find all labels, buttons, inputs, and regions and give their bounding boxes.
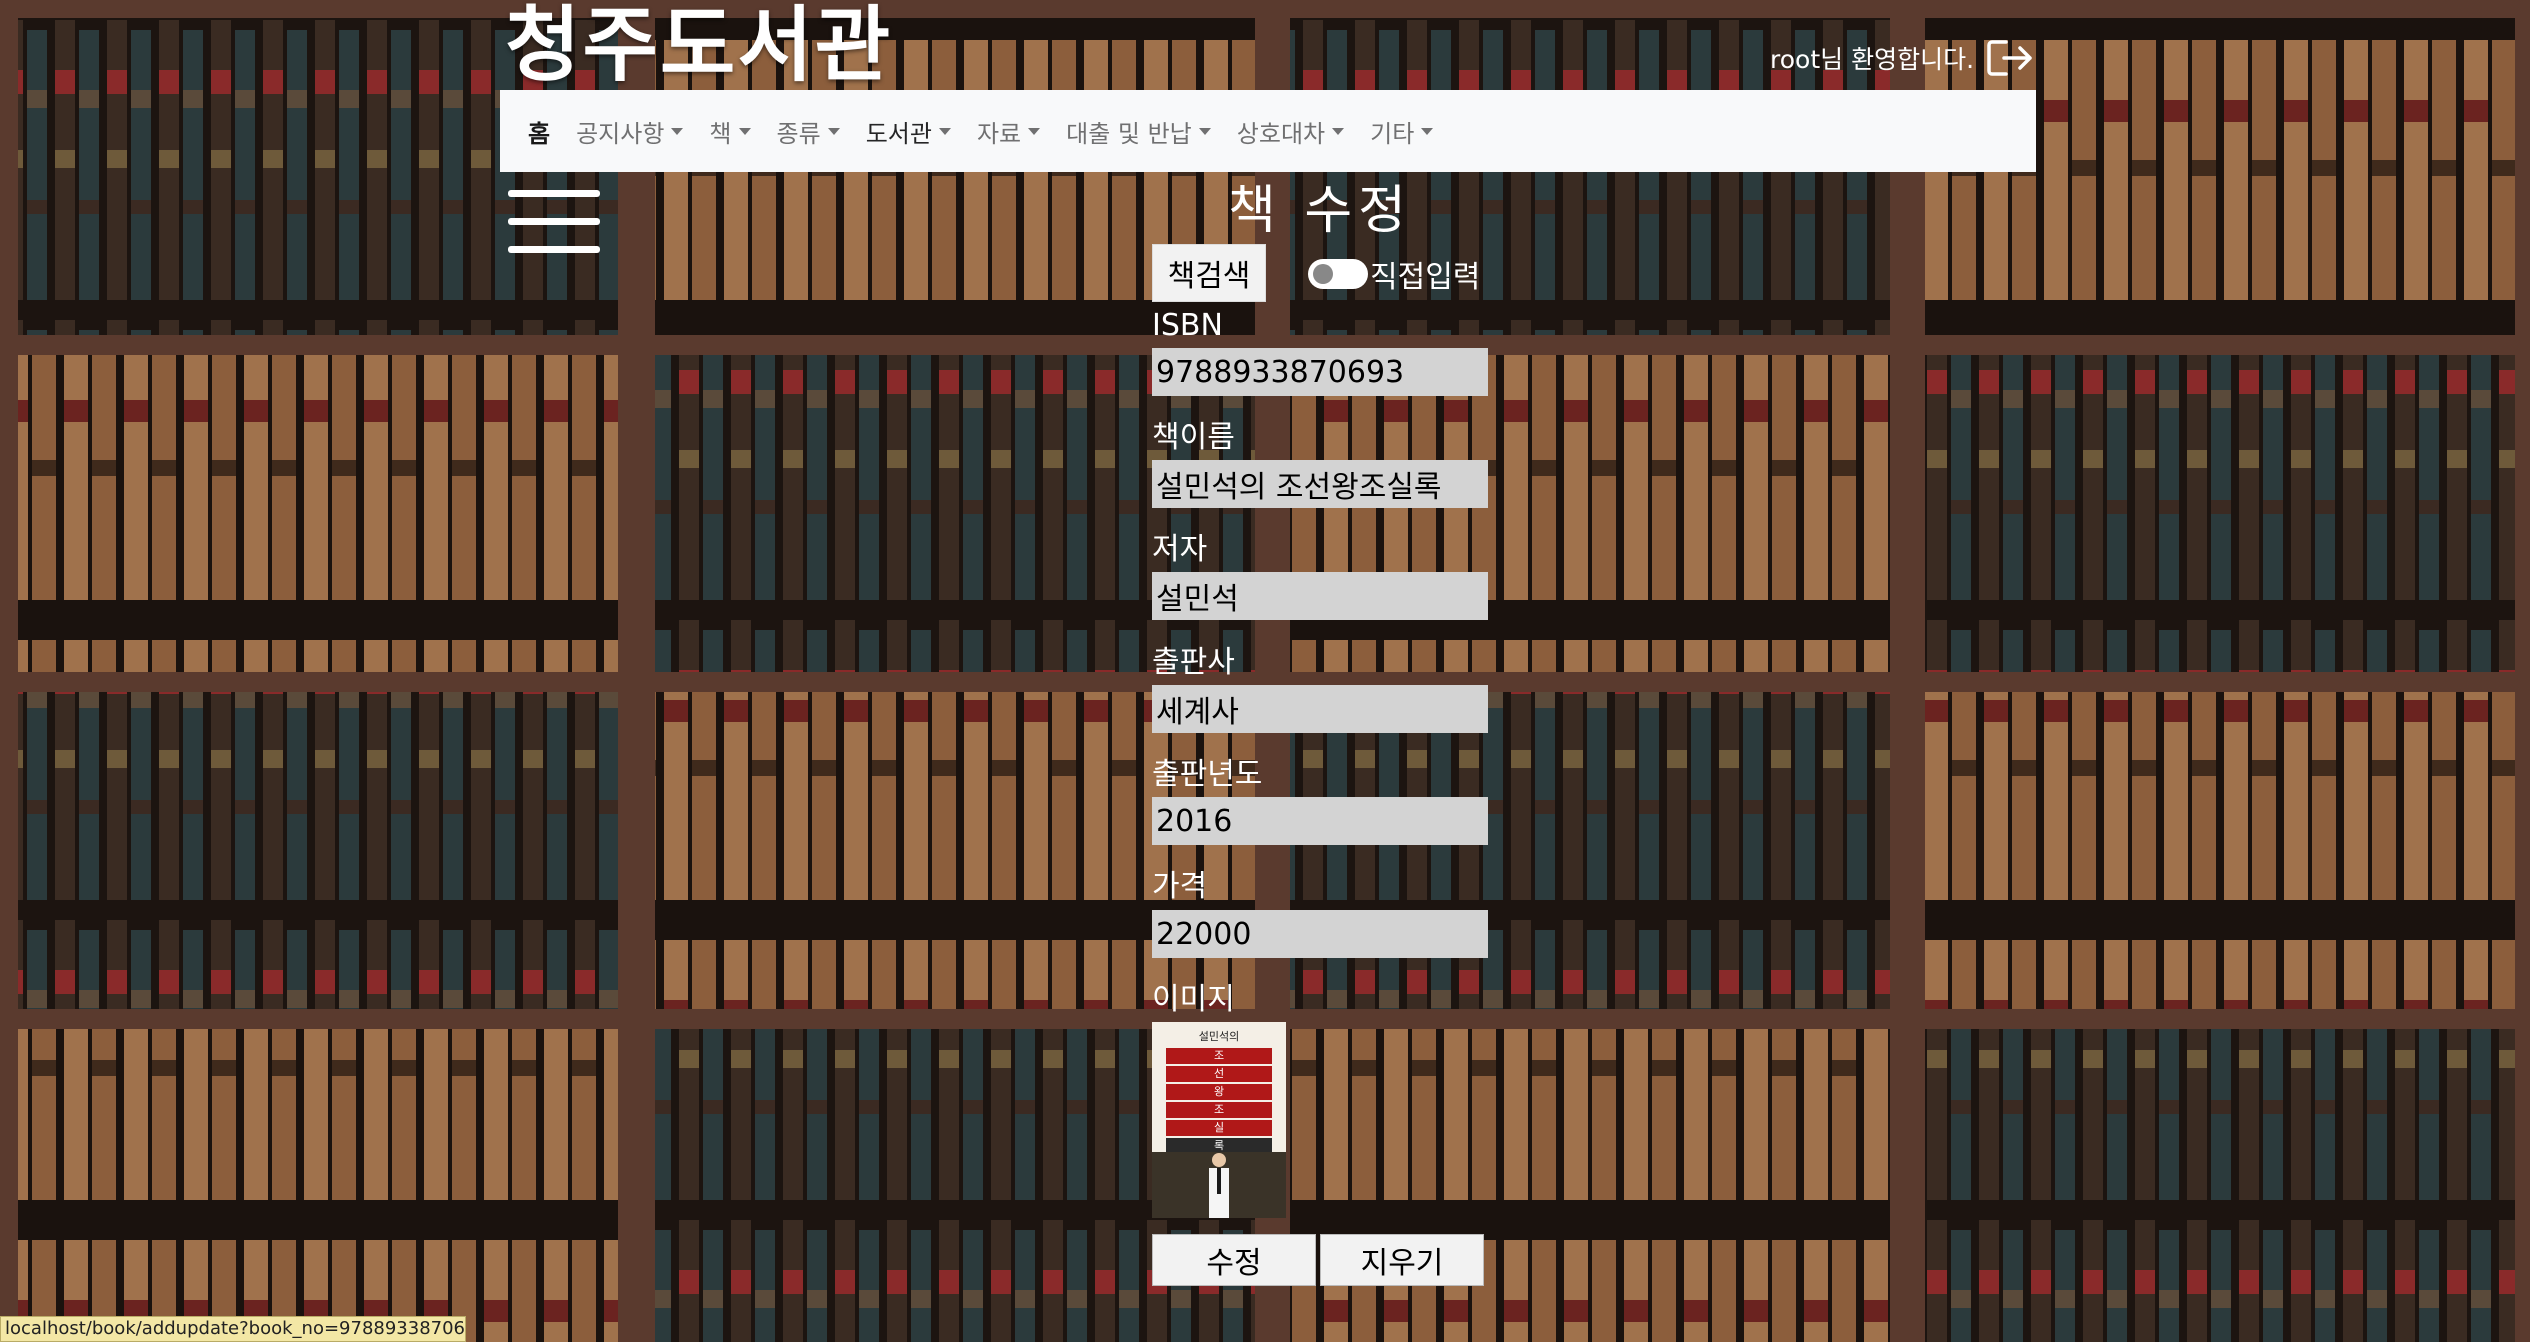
nav-category[interactable]: 종류 [777, 114, 840, 149]
book-name-field[interactable] [1152, 460, 1488, 508]
cover-char: 왕 [1166, 1084, 1272, 1100]
cover-char: 조 [1166, 1102, 1272, 1118]
nav-interlibrary-loan[interactable]: 상호대차 [1237, 114, 1345, 149]
author-field[interactable] [1152, 572, 1488, 620]
isbn-label: ISBN [1152, 308, 1223, 343]
author-label: 저자 [1152, 532, 1208, 567]
nav-book[interactable]: 책 [709, 114, 751, 149]
author-photo [1209, 1153, 1229, 1218]
price-label: 가격 [1152, 869, 1208, 904]
cover-char: 실 [1166, 1120, 1272, 1136]
hamburger-menu-icon[interactable] [508, 190, 600, 254]
publish-year-label: 출판년도 [1152, 757, 1263, 792]
site-title[interactable]: 청주도서관 [505, 0, 892, 94]
cover-char: 선 [1166, 1066, 1272, 1082]
chevron-down-icon [1028, 127, 1041, 135]
chevron-down-icon [827, 127, 840, 135]
nav-library[interactable]: 도서관 [866, 114, 951, 149]
main-navbar: 홈 공지사항 책 종류 도서관 자료 대출 및 반납 상호대차 기타 [500, 90, 2036, 172]
user-welcome: root님 환영합니다. [1770, 36, 2036, 80]
update-button[interactable]: 수정 [1152, 1234, 1316, 1286]
chevron-down-icon [671, 127, 684, 135]
welcome-text: root님 환영합니다. [1770, 45, 1975, 74]
chevron-down-icon [938, 127, 951, 135]
cover-title: 설민석의 [1198, 1030, 1240, 1043]
logout-icon[interactable] [1984, 36, 2036, 80]
book-cover-image: 설민석의 조 선 왕 조 실 록 [1152, 1022, 1286, 1218]
chevron-down-icon [1332, 127, 1345, 135]
nav-home[interactable]: 홈 [528, 114, 550, 149]
manual-input-toggle-wrap: 직접입력 [1308, 252, 1480, 296]
book-name-label: 책이름 [1152, 420, 1235, 455]
publisher-field[interactable] [1152, 685, 1488, 733]
nav-notice[interactable]: 공지사항 [576, 114, 684, 149]
isbn-field[interactable] [1152, 348, 1488, 396]
nav-loan-return[interactable]: 대출 및 반납 [1066, 114, 1211, 149]
publisher-label: 출판사 [1152, 645, 1235, 680]
chevron-down-icon [738, 127, 751, 135]
page-title: 책 수정 [1227, 181, 1413, 241]
chevron-down-icon [1198, 127, 1211, 135]
book-search-button[interactable]: 책검색 [1152, 244, 1266, 302]
nav-resources[interactable]: 자료 [977, 114, 1041, 149]
price-field[interactable] [1152, 910, 1488, 958]
image-label: 이미지 [1152, 982, 1235, 1017]
chevron-down-icon [1421, 127, 1434, 135]
browser-status-url: localhost/book/addupdate?book_no=9788933… [0, 1316, 466, 1342]
nav-etc[interactable]: 기타 [1370, 114, 1434, 149]
publish-year-field[interactable] [1152, 797, 1488, 845]
manual-input-toggle[interactable] [1308, 259, 1368, 289]
cover-char: 조 [1166, 1048, 1272, 1064]
manual-input-label: 직접입력 [1370, 260, 1481, 295]
clear-button[interactable]: 지우기 [1320, 1234, 1484, 1286]
